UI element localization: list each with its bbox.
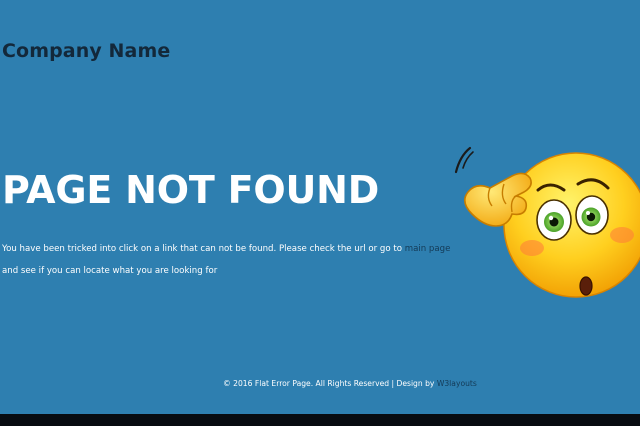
page-title: PAGE NOT FOUND (2, 168, 380, 212)
designer-link[interactable]: W3layouts (437, 379, 477, 388)
footer: © 2016 Flat Error Page. All Rights Reser… (0, 379, 640, 388)
bottom-bar (0, 414, 640, 426)
main-page-link[interactable]: main page (405, 244, 451, 254)
message-text-after: and see if you can locate what you are l… (2, 266, 218, 276)
error-message: You have been tricked into click on a li… (2, 238, 452, 282)
error-page: Company Name PAGE NOT FOUND You have bee… (0, 0, 640, 426)
copyright-text: © 2016 Flat Error Page. All Rights Reser… (223, 379, 437, 388)
message-text-before: You have been tricked into click on a li… (2, 244, 405, 254)
company-name-logo[interactable]: Company Name (2, 40, 170, 62)
confused-emoji-icon (454, 146, 640, 298)
